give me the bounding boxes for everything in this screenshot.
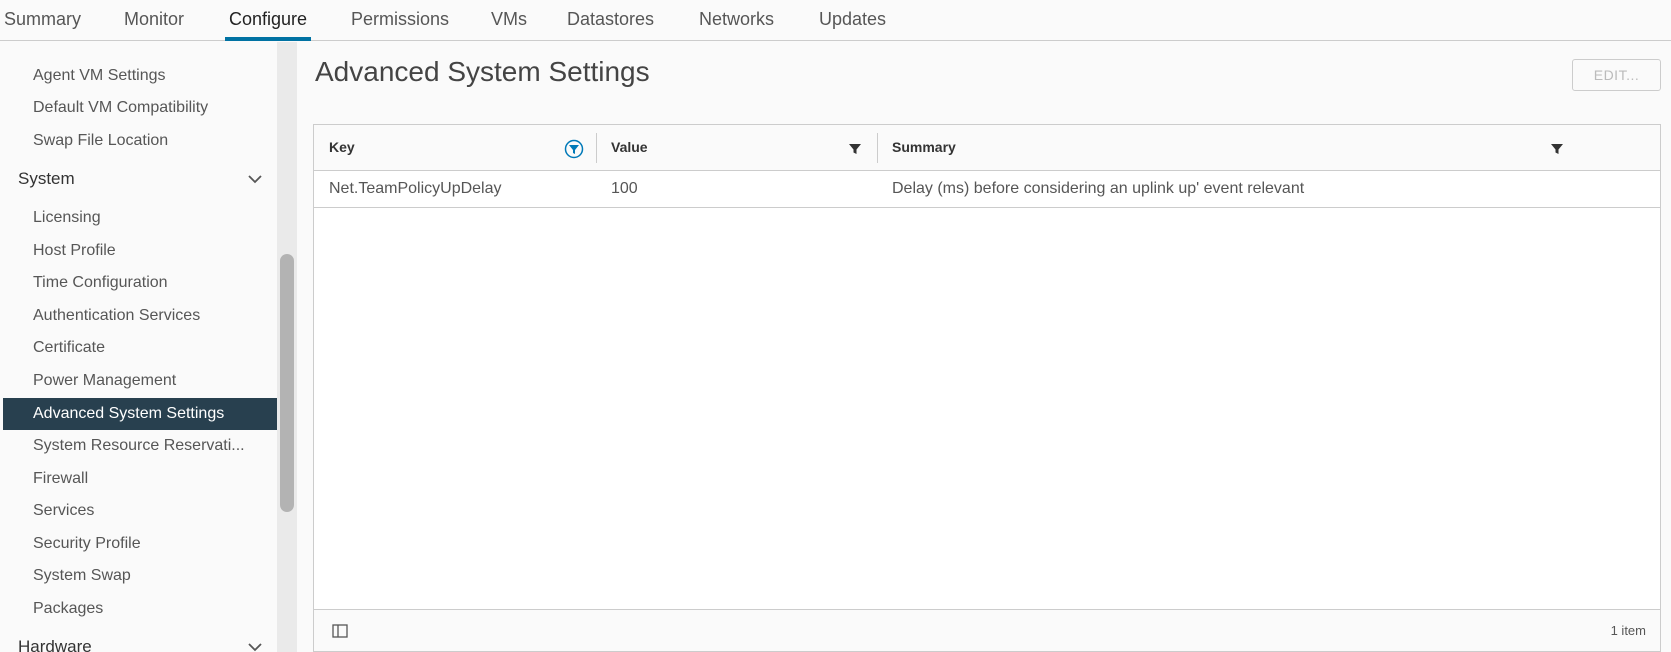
cell-summary: Delay (ms) before considering an uplink …	[892, 180, 1305, 197]
tab-monitor[interactable]: Monitor	[124, 0, 184, 41]
chevron-down-icon	[243, 630, 267, 652]
column-header-value[interactable]: Value	[596, 125, 648, 171]
cell-key: Net.TeamPolicyUpDelay	[329, 180, 502, 197]
sidebar-item-firewall[interactable]: Firewall	[3, 463, 277, 495]
configure-sidebar: Agent VM Settings Default VM Compatibili…	[0, 42, 277, 652]
page-title: Advanced System Settings	[315, 56, 650, 87]
filter-icon[interactable]	[1547, 139, 1567, 159]
advanced-settings-grid: Key Value Summary Net.TeamPolicyUpDelay …	[313, 124, 1661, 652]
tab-vms[interactable]: VMs	[491, 0, 527, 41]
tab-datastores[interactable]: Datastores	[567, 0, 654, 41]
chevron-down-icon	[243, 162, 267, 196]
column-header-key[interactable]: Key	[314, 125, 355, 171]
sidebar-item-licensing[interactable]: Licensing	[3, 202, 277, 234]
sidebar-item-time-configuration[interactable]: Time Configuration	[3, 267, 277, 299]
sidebar-scrollbar-thumb[interactable]	[280, 254, 294, 512]
cell-value: 100	[611, 180, 638, 197]
sidebar-item-services[interactable]: Services	[3, 495, 277, 527]
main-content: Advanced System Settings EDIT... Key Val…	[297, 42, 1671, 652]
tab-summary[interactable]: Summary	[4, 0, 81, 41]
sidebar-item-security-profile[interactable]: Security Profile	[3, 528, 277, 560]
sidebar-item-advanced-system-settings[interactable]: Advanced System Settings	[3, 398, 277, 430]
tab-permissions[interactable]: Permissions	[351, 0, 449, 41]
top-tab-bar: Summary Monitor Configure Permissions VM…	[0, 0, 1671, 41]
sidebar-item-packages[interactable]: Packages	[3, 593, 277, 625]
item-count: 1 item	[1610, 623, 1646, 638]
sidebar-item-swap-file-location[interactable]: Swap File Location	[3, 125, 277, 157]
grid-header: Key Value Summary	[314, 125, 1660, 171]
sidebar-group-label: System	[18, 169, 75, 188]
tab-configure[interactable]: Configure	[224, 0, 312, 41]
sidebar-item-default-vm-compatibility[interactable]: Default VM Compatibility	[3, 92, 277, 124]
sidebar-item-host-profile[interactable]: Host Profile	[3, 235, 277, 267]
edit-button[interactable]: EDIT...	[1572, 59, 1661, 91]
filter-icon[interactable]	[845, 139, 865, 159]
filter-active-icon[interactable]	[564, 139, 584, 159]
tab-updates[interactable]: Updates	[819, 0, 886, 41]
sidebar-item-power-management[interactable]: Power Management	[3, 365, 277, 397]
sidebar-item-authentication-services[interactable]: Authentication Services	[3, 300, 277, 332]
tab-networks[interactable]: Networks	[699, 0, 774, 41]
sidebar-item-agent-vm-settings[interactable]: Agent VM Settings	[3, 60, 277, 92]
sidebar-item-certificate[interactable]: Certificate	[3, 332, 277, 364]
column-header-summary[interactable]: Summary	[877, 125, 956, 171]
column-toggle-icon[interactable]	[330, 621, 350, 641]
table-row[interactable]: Net.TeamPolicyUpDelay 100 Delay (ms) bef…	[314, 171, 1660, 208]
sidebar-group-system[interactable]: System	[0, 162, 277, 196]
sidebar-group-label: Hardware	[18, 637, 92, 652]
sidebar-item-system-resource-reservation[interactable]: System Resource Reservati...	[3, 430, 277, 462]
sidebar-group-hardware[interactable]: Hardware	[0, 630, 277, 652]
sidebar-item-system-swap[interactable]: System Swap	[3, 560, 277, 592]
grid-footer: 1 item	[314, 609, 1660, 651]
